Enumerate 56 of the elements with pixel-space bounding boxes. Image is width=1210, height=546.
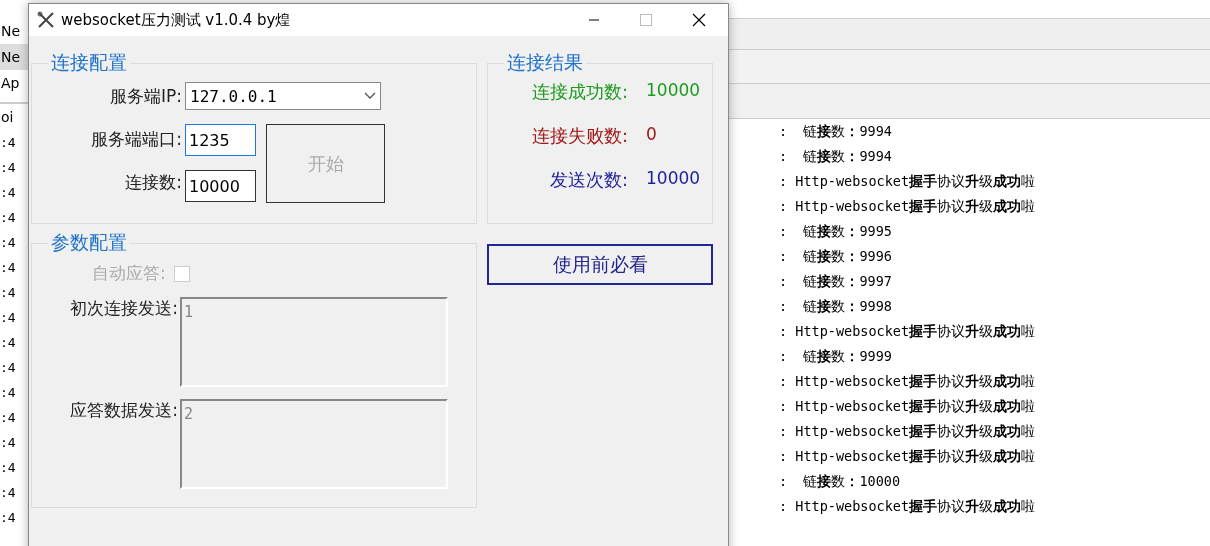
field-label: 初次连接发送: bbox=[69, 297, 178, 320]
log-line: : 链接数：9997 bbox=[779, 272, 893, 291]
tab-fragment: Ap bbox=[0, 74, 21, 93]
result-label: 连接成功数: bbox=[531, 80, 628, 104]
log-line: : Http-websocket握手协议升级成功啦 bbox=[779, 497, 1037, 516]
log-fragment: :4 bbox=[0, 484, 17, 502]
readme-button[interactable]: 使用前必看 bbox=[487, 244, 713, 285]
group-title: 参数配置 bbox=[50, 230, 128, 255]
log-fragment: :4 bbox=[0, 284, 17, 302]
log-fragment: :4 bbox=[0, 384, 17, 402]
log-line: : 链接数：9995 bbox=[779, 222, 893, 241]
result-value: 0 bbox=[646, 124, 658, 146]
log-fragment: :4 bbox=[0, 309, 17, 327]
log-fragment: :4 bbox=[0, 459, 17, 477]
log-line: : Http-websocket握手协议升级成功啦 bbox=[779, 397, 1037, 416]
field-label: 服务端IP: bbox=[110, 85, 182, 108]
tab-fragment: Ne bbox=[0, 22, 22, 41]
log-line: : Http-websocket握手协议升级成功啦 bbox=[779, 422, 1037, 441]
log-line: : 链接数：9994 bbox=[779, 147, 893, 166]
log-line: : 链接数：9996 bbox=[779, 247, 893, 266]
log-line: : Http-websocket握手协议升级成功啦 bbox=[779, 322, 1037, 341]
log-line: : Http-websocket握手协议升级成功啦 bbox=[779, 197, 1037, 216]
chevron-icon bbox=[364, 92, 376, 100]
log-fragment: :4 bbox=[0, 434, 17, 452]
log-fragment: :4 bbox=[0, 259, 17, 277]
group-title: 连接配置 bbox=[50, 50, 128, 75]
log-fragment: :4 bbox=[0, 359, 17, 377]
log-line: : Http-websocket握手协议升级成功啦 bbox=[779, 172, 1037, 191]
log-fragment: :4 bbox=[0, 134, 17, 152]
log-fragment: :4 bbox=[0, 234, 17, 252]
log-line: : Http-websocket握手协议升级成功啦 bbox=[779, 447, 1037, 466]
field-label: 连接数: bbox=[125, 171, 182, 194]
port-field[interactable]: 1235 bbox=[185, 124, 256, 156]
log-line: : Http-websocket握手协议升级成功啦 bbox=[779, 372, 1037, 391]
group-title: 连接结果 bbox=[506, 50, 584, 75]
ip-dropdown[interactable]: 127.0.0.1 bbox=[185, 82, 381, 110]
tools-icon bbox=[37, 11, 55, 29]
window-title: websocket压力测试 v1.0.4 by煌 bbox=[61, 10, 291, 30]
checkbox-label: 自动应答: bbox=[92, 262, 166, 285]
log-fragment: :4 bbox=[0, 159, 17, 177]
log-fragment: :4 bbox=[0, 409, 17, 427]
field-label: 服务端端口: bbox=[91, 128, 182, 151]
log-line: : 链接数：9998 bbox=[779, 297, 893, 316]
log-fragment: :4 bbox=[0, 334, 17, 352]
count-field[interactable]: 10000 bbox=[185, 170, 256, 202]
tab-fragment: Ne bbox=[0, 44, 30, 70]
result-label: 连接失败数: bbox=[531, 124, 628, 148]
log-line: : 链接数：9994 bbox=[779, 122, 893, 141]
log-fragment: :4 bbox=[0, 184, 17, 202]
log-line: : 链接数：10000 bbox=[779, 472, 902, 491]
log-line: : 链接数：9999 bbox=[779, 347, 893, 366]
result-label: 发送次数: bbox=[549, 168, 628, 192]
log-fragment: :4 bbox=[0, 209, 17, 227]
field-label: 应答数据发送: bbox=[69, 399, 178, 422]
close-icon[interactable] bbox=[692, 13, 706, 27]
log-fragment: :4 bbox=[0, 509, 17, 527]
